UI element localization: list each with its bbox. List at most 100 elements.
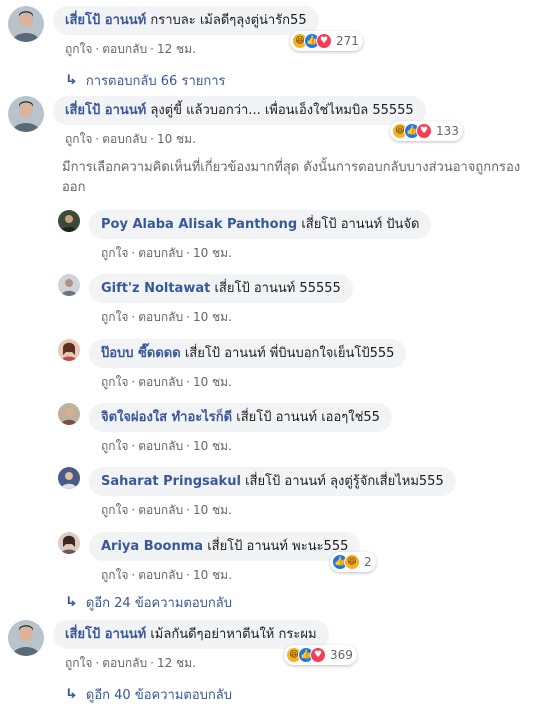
- avatar[interactable]: [8, 620, 44, 656]
- timestamp[interactable]: 10 ชม.: [157, 132, 196, 146]
- reaction-summary[interactable]: 😆 👍 ♥ 369: [284, 645, 357, 665]
- comment: เสี่ยโป้ อานนท์ เม้ลกันดีๆอย่าหาตีนให้ ก…: [8, 620, 329, 673]
- reply-link[interactable]: ตอบกลับ: [138, 375, 183, 389]
- reply-text: 55555: [299, 281, 341, 296]
- reply-link[interactable]: ตอบกลับ: [102, 42, 147, 56]
- reply-actions: ถูกใจ · ตอบกลับ · 10 ชม.: [101, 437, 392, 456]
- like-link[interactable]: ถูกใจ: [101, 375, 128, 389]
- mention[interactable]: เสี่ยโป้ อานนท์: [236, 410, 317, 425]
- timestamp[interactable]: 10 ชม.: [193, 246, 232, 260]
- timestamp[interactable]: 10 ชม.: [193, 375, 232, 389]
- reply-bubble: Gift'z Noltawat เสี่ยโป้ อานนท์ 55555: [89, 274, 353, 303]
- timestamp[interactable]: 10 ชม.: [193, 568, 232, 582]
- reply-bubble: Saharat Pringsakul เสี่ยโป้ อานนท์ ลุงตู…: [89, 467, 456, 496]
- reply-text: ลุงตู่รู้จักเสี่ยไหม555: [330, 474, 444, 489]
- like-link[interactable]: ถูกใจ: [101, 439, 128, 453]
- timestamp[interactable]: 12 ชม.: [157, 656, 196, 670]
- comment-bubble: เสี่ยโป้ อานนท์ กราบละ เม้ลดีๆลุงตู่น่าร…: [53, 6, 319, 35]
- reply-arrow-icon: ↳: [64, 687, 78, 702]
- comment-text: กราบละ เม้ลดีๆลุงตู่น่ารัก55: [150, 13, 307, 28]
- reply-actions: ถูกใจ · ตอบกลับ · 10 ชม.: [101, 566, 360, 585]
- reply-author[interactable]: Ariya Boonma: [101, 539, 203, 554]
- comment-author[interactable]: เสี่ยโป้ อานนท์: [65, 103, 146, 118]
- reply-link[interactable]: ตอบกลับ: [102, 132, 147, 146]
- view-replies-label: การตอบกลับ 66 รายการ: [85, 74, 226, 89]
- reply-author[interactable]: Saharat Pringsakul: [101, 474, 241, 489]
- reply-link[interactable]: ตอบกลับ: [138, 568, 183, 582]
- reply-actions: ถูกใจ · ตอบกลับ · 10 ชม.: [101, 244, 431, 263]
- reply-arrow-icon: ↳: [64, 73, 78, 88]
- reply-comment: Saharat Pringsakul เสี่ยโป้ อานนท์ ลุงตู…: [58, 467, 456, 520]
- reply-bubble: จิตใจผ่องใส ทำอะไรก็ดี เสี่ยโป้ อานนท์ เ…: [89, 403, 392, 432]
- mention[interactable]: เสี่ยโป้ อานนท์: [301, 217, 382, 232]
- timestamp[interactable]: 10 ชม.: [193, 503, 232, 517]
- reaction-count: 369: [330, 648, 353, 662]
- reply-actions: ถูกใจ · ตอบกลับ · 10 ชม.: [101, 501, 456, 520]
- reply-comment: Ariya Boonma เสี่ยโป้ อานนท์ พะนะ555 ถูก…: [58, 532, 361, 585]
- separator: ·: [131, 439, 136, 453]
- reply-author[interactable]: จิตใจผ่องใส ทำอะไรก็ดี: [101, 410, 232, 425]
- mention[interactable]: เสี่ยโป้ อานนท์: [207, 539, 288, 554]
- avatar[interactable]: [58, 210, 80, 232]
- comment-author[interactable]: เสี่ยโป้ อานนท์: [65, 627, 146, 642]
- person-photo-icon: [8, 96, 44, 132]
- view-more-replies-label: ดูอีก 40 ข้อความตอบกลับ: [85, 688, 232, 703]
- person-photo-icon: [58, 274, 80, 296]
- like-link[interactable]: ถูกใจ: [101, 568, 128, 582]
- reaction-summary[interactable]: 👍 😆 2: [330, 552, 376, 572]
- reply-author[interactable]: Poy Alaba Alisak Panthong: [101, 217, 297, 232]
- reply-comment: Gift'z Noltawat เสี่ยโป้ อานนท์ 55555 ถู…: [58, 274, 353, 327]
- like-link[interactable]: ถูกใจ: [65, 656, 92, 670]
- view-more-replies-link[interactable]: ↳ ดูอีก 24 ข้อความตอบกลับ: [64, 592, 232, 613]
- reaction-summary[interactable]: 😆 👍 ♥ 271: [290, 31, 363, 51]
- like-link[interactable]: ถูกใจ: [101, 246, 128, 260]
- separator: ·: [95, 42, 100, 56]
- person-photo-icon: [58, 339, 80, 361]
- reply-bubble: Poy Alaba Alisak Panthong เสี่ยโป้ อานนท…: [89, 210, 432, 239]
- reply-bubble: ป๊อบบ ซี๊ดดดด เสี่ยโป้ อานนท์ พี่บินบอกใ…: [89, 339, 407, 368]
- separator: ·: [95, 656, 100, 670]
- reply-link[interactable]: ตอบกลับ: [138, 503, 183, 517]
- reaction-summary[interactable]: 😆 👍 ♥ 133: [390, 121, 463, 141]
- reply-link[interactable]: ตอบกลับ: [102, 656, 147, 670]
- timestamp[interactable]: 12 ชม.: [157, 42, 196, 56]
- like-link[interactable]: ถูกใจ: [65, 42, 92, 56]
- view-replies-link[interactable]: ↳ การตอบกลับ 66 รายการ: [64, 70, 226, 91]
- avatar[interactable]: [58, 339, 80, 361]
- avatar[interactable]: [58, 532, 80, 554]
- haha-icon: 😆: [344, 554, 360, 570]
- view-more-replies-link[interactable]: ↳ ดูอีก 40 ข้อความตอบกลับ: [64, 684, 232, 705]
- reply-link[interactable]: ตอบกลับ: [138, 246, 183, 260]
- separator: ·: [186, 310, 190, 324]
- separator: ·: [150, 42, 154, 56]
- separator: ·: [95, 132, 100, 146]
- reply-comment: จิตใจผ่องใส ทำอะไรก็ดี เสี่ยโป้ อานนท์ เ…: [58, 403, 392, 456]
- mention[interactable]: เสี่ยโป้ อานนท์: [185, 346, 266, 361]
- separator: ·: [131, 568, 136, 582]
- comment: เสี่ยโป้ อานนท์ กราบละ เม้ลดีๆลุงตู่น่าร…: [8, 6, 319, 59]
- comment-author[interactable]: เสี่ยโป้ อานนท์: [65, 13, 146, 28]
- reaction-count: 2: [364, 555, 372, 569]
- separator: ·: [150, 132, 154, 146]
- avatar[interactable]: [58, 467, 80, 489]
- reply-author[interactable]: ป๊อบบ ซี๊ดดดด: [101, 346, 181, 361]
- like-link[interactable]: ถูกใจ: [65, 132, 92, 146]
- avatar[interactable]: [8, 6, 44, 42]
- mention[interactable]: เสี่ยโป้ อานนท์: [245, 474, 326, 489]
- love-icon: ♥: [416, 123, 432, 139]
- mention[interactable]: เสี่ยโป้ อานนท์: [214, 281, 295, 296]
- timestamp[interactable]: 10 ชม.: [193, 439, 232, 453]
- reply-link[interactable]: ตอบกลับ: [138, 439, 183, 453]
- reply-link[interactable]: ตอบกลับ: [138, 310, 183, 324]
- like-link[interactable]: ถูกใจ: [101, 310, 128, 324]
- avatar[interactable]: [58, 274, 80, 296]
- avatar[interactable]: [58, 403, 80, 425]
- avatar[interactable]: [8, 96, 44, 132]
- reply-bubble: Ariya Boonma เสี่ยโป้ อานนท์ พะนะ555: [89, 532, 361, 561]
- separator: ·: [131, 246, 136, 260]
- timestamp[interactable]: 10 ชม.: [193, 310, 232, 324]
- reply-text: พี่บินบอกใจเย็นโป้555: [269, 346, 395, 361]
- like-link[interactable]: ถูกใจ: [101, 503, 128, 517]
- reply-arrow-icon: ↳: [64, 595, 78, 610]
- reply-author[interactable]: Gift'z Noltawat: [101, 281, 210, 296]
